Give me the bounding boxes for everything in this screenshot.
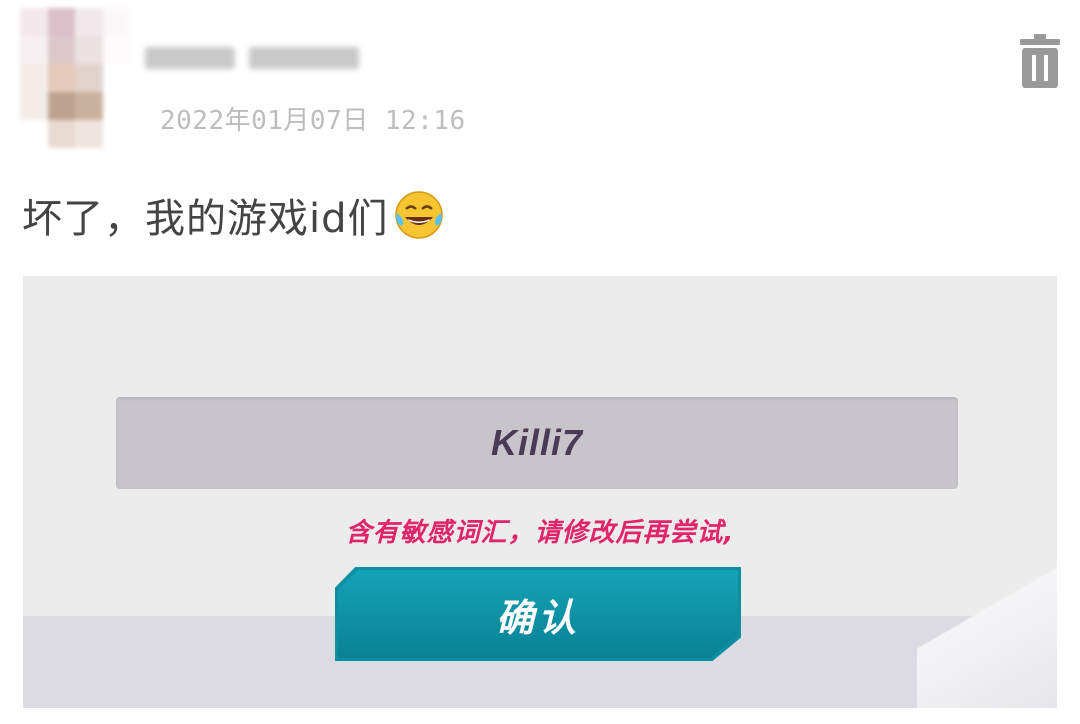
post-timestamp: 2022年01月07日 12:16 — [160, 106, 466, 136]
delete-button[interactable] — [1020, 34, 1060, 88]
avatar[interactable] — [20, 8, 130, 148]
game-screenshot: Killi7 含有敏感词汇，请修改后再尝试, 确认 — [23, 276, 1057, 708]
trash-icon — [1020, 34, 1060, 88]
confirm-button[interactable]: 确认 — [335, 567, 741, 661]
name-input-value: Killi7 — [490, 422, 584, 463]
confirm-button-label: 确认 — [495, 595, 580, 640]
background-decoration — [917, 551, 1057, 708]
post-body: 坏了，我的游戏id们 — [22, 186, 445, 244]
face-with-tears-of-joy-icon — [394, 191, 443, 239]
post-text: 坏了，我的游戏id们 — [22, 196, 389, 242]
name-input[interactable]: Killi7 — [116, 397, 958, 489]
username-redacted[interactable] — [145, 38, 385, 78]
post-card: 2022年01月07日 12:16 坏了，我的游戏id们 Killi7 含有敏感… — [0, 0, 1080, 724]
sensitive-word-warning: 含有敏感词汇，请修改后再尝试, — [345, 518, 735, 548]
confirm-button-shape[interactable]: 确认 — [335, 567, 741, 661]
